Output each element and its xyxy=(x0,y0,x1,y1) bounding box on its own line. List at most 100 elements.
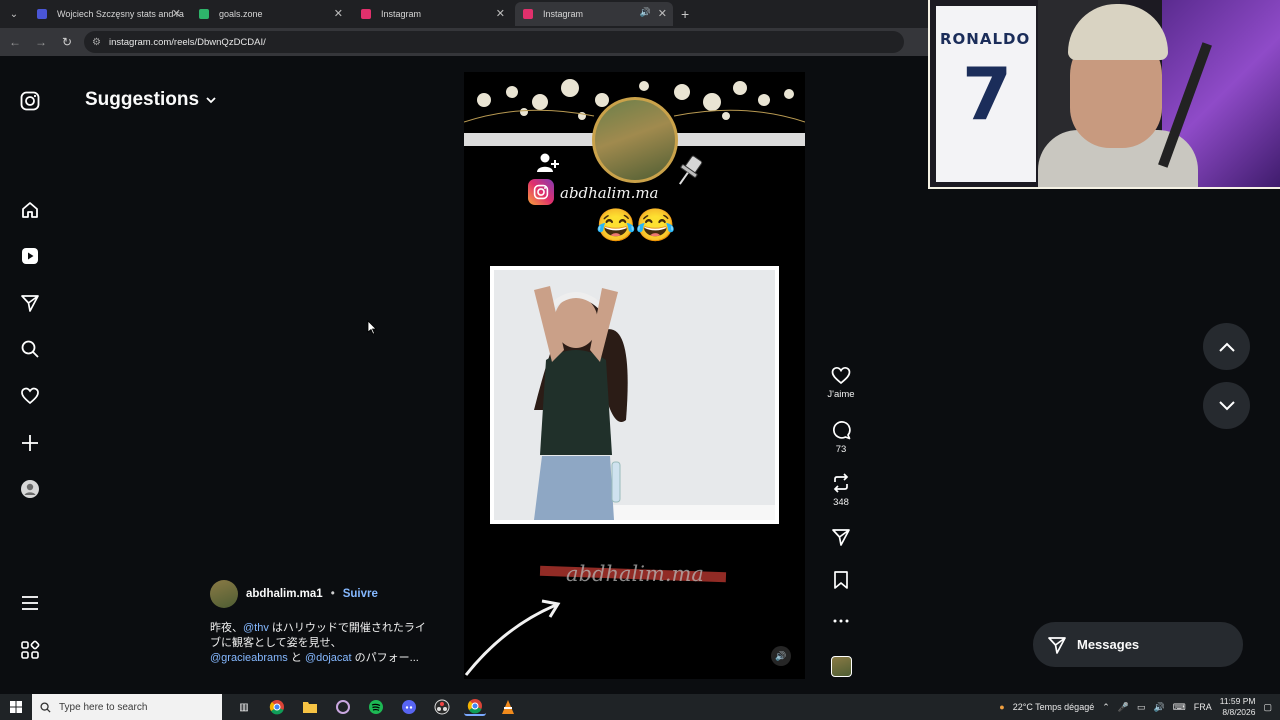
author-avatar[interactable] xyxy=(210,580,238,608)
language-indicator[interactable]: FRA xyxy=(1194,702,1212,712)
url-field[interactable]: ⚙ instagram.com/reels/DbwnQzDCDAI/ xyxy=(84,31,904,53)
overlay-profile-picture xyxy=(592,97,678,183)
more-dots-icon xyxy=(833,619,849,623)
system-tray: ● 22°C Temps dégagé ⌃ 🎤 ▭ 🔊 ⌨ FRA 11:59 … xyxy=(999,694,1272,720)
chevron-down-icon xyxy=(1218,400,1235,410)
tab-title: Instagram xyxy=(543,9,584,19)
reel-author: abdhalim.ma1 • Suivre xyxy=(210,580,378,608)
task-view-icon[interactable]: ▥ xyxy=(233,698,255,716)
repost-button[interactable]: 348 xyxy=(826,473,856,508)
overlay-handle-text: abdhalim.ma xyxy=(560,184,659,202)
instagram-sidebar xyxy=(0,56,60,690)
notification-icon[interactable]: ▢ xyxy=(1263,702,1272,713)
back-icon[interactable]: ← xyxy=(4,35,26,49)
search-icon[interactable] xyxy=(19,338,41,360)
messages-icon[interactable] xyxy=(19,292,41,314)
profile-icon[interactable] xyxy=(19,478,41,500)
tab-search-chevron-icon[interactable]: ⌄ xyxy=(3,3,25,25)
volume-icon[interactable]: 🔊 xyxy=(1154,702,1165,713)
comment-button[interactable]: 73 xyxy=(826,420,856,455)
woman-with-headphones-illustration xyxy=(494,270,775,520)
browser-tab[interactable]: Wojciech Szczęsny stats and ra ✕ xyxy=(29,2,187,26)
weather-text[interactable]: 22°C Temps dégagé xyxy=(1013,702,1095,712)
more-options-button[interactable] xyxy=(826,612,856,634)
reload-icon[interactable]: ↻ xyxy=(56,35,78,49)
new-tab-button[interactable]: + xyxy=(681,6,689,22)
audio-toggle-button[interactable]: 🔊 xyxy=(771,646,791,666)
bookmark-icon xyxy=(834,571,848,589)
next-reel-button[interactable] xyxy=(1203,382,1250,429)
suggestions-dropdown[interactable]: Suggestions xyxy=(85,89,217,111)
clock[interactable]: 11:59 PM 8/8/2026 xyxy=(1220,696,1256,718)
home-icon[interactable] xyxy=(19,199,41,221)
chrome-active-icon[interactable] xyxy=(464,698,486,716)
tab-close-icon[interactable]: ✕ xyxy=(334,7,343,20)
suggestions-title: Suggestions xyxy=(85,89,200,110)
notifications-icon[interactable] xyxy=(19,385,41,407)
previous-reel-button[interactable] xyxy=(1203,323,1250,370)
author-username[interactable]: abdhalim.ma1 xyxy=(246,588,323,600)
tab-title: goals.zone xyxy=(219,9,263,19)
tab-favicon-icon xyxy=(199,9,209,19)
laughing-emojis: 😂😂 xyxy=(596,207,676,243)
save-button[interactable] xyxy=(826,570,856,594)
tab-favicon-icon xyxy=(523,9,533,19)
browser-tab[interactable]: goals.zone ✕ xyxy=(191,2,349,26)
messages-button[interactable]: Messages xyxy=(1033,622,1243,667)
repost-icon xyxy=(833,473,849,493)
comment-icon xyxy=(833,421,851,440)
tab-close-icon[interactable]: ✕ xyxy=(658,7,667,20)
caption-mention[interactable]: @thv xyxy=(243,622,269,634)
forward-icon[interactable]: → xyxy=(30,35,52,49)
clock-time: 11:59 PM xyxy=(1219,696,1256,706)
caption-text: のパフォー... xyxy=(351,652,419,664)
reel-caption[interactable]: 昨夜、@thv はハリウッドで開催されたライブに観客として姿を見せ、 @graci… xyxy=(210,621,435,666)
jersey-number: 7 xyxy=(962,52,1013,136)
tray-chevron-icon[interactable]: ⌃ xyxy=(1102,702,1110,713)
follow-button[interactable]: Suivre xyxy=(343,588,378,600)
vlc-icon[interactable] xyxy=(497,698,519,716)
caption-mention[interactable]: @dojacat xyxy=(305,652,352,664)
reposts-count: 348 xyxy=(833,497,849,508)
instagram-logo-icon[interactable] xyxy=(19,90,41,112)
tab-favicon-icon xyxy=(37,9,47,19)
speaker-icon: 🔊 xyxy=(775,650,787,661)
windows-start-icon[interactable] xyxy=(0,701,32,713)
browser-tab[interactable]: Instagram ✕ xyxy=(353,2,511,26)
messages-label: Messages xyxy=(1077,637,1140,652)
tab-title: Wojciech Szczęsny stats and ra xyxy=(57,9,184,19)
original-audio-thumbnail[interactable] xyxy=(831,656,852,677)
send-icon xyxy=(1048,636,1066,654)
more-apps-icon[interactable] xyxy=(19,639,41,661)
microphone-icon[interactable]: 🎤 xyxy=(1118,702,1129,713)
reels-icon[interactable] xyxy=(19,245,41,267)
tab-close-icon[interactable]: ✕ xyxy=(496,7,505,20)
reel-video-player[interactable]: abdhalim.ma 😂😂 abdhalim.ma 🔊 xyxy=(464,72,805,679)
create-icon[interactable] xyxy=(19,432,41,454)
browser-tab-active[interactable]: Instagram 🔊 ✕ xyxy=(515,2,673,26)
tab-audio-icon[interactable]: 🔊 xyxy=(640,7,651,18)
video-content xyxy=(494,270,775,520)
keyboard-icon[interactable]: ⌨ xyxy=(1173,702,1186,713)
arrow-decoration xyxy=(464,599,561,676)
discord-icon[interactable] xyxy=(398,698,420,716)
chrome-icon[interactable] xyxy=(266,698,288,716)
tab-close-icon[interactable]: ✕ xyxy=(172,7,181,20)
obs-icon[interactable] xyxy=(431,698,453,716)
share-button[interactable] xyxy=(826,527,856,551)
clock-date: 8/8/2026 xyxy=(1222,707,1256,717)
site-info-icon[interactable]: ⚙ xyxy=(92,37,101,48)
add-user-icon xyxy=(537,153,559,172)
share-icon xyxy=(832,529,850,546)
network-icon[interactable]: ▭ xyxy=(1137,702,1146,713)
caption-mention[interactable]: @gracieabrams xyxy=(210,652,288,664)
like-button[interactable]: J'aime xyxy=(826,366,856,400)
taskbar-search-box[interactable]: Type here to search xyxy=(32,694,222,720)
file-explorer-icon[interactable] xyxy=(299,698,321,716)
watermark-text: abdhalim.ma xyxy=(566,562,704,586)
menu-icon[interactable] xyxy=(19,592,41,614)
caption-text: 昨夜、 xyxy=(210,622,243,634)
app-icon[interactable] xyxy=(332,698,354,716)
spotify-icon[interactable] xyxy=(365,698,387,716)
chevron-down-icon xyxy=(206,97,216,104)
